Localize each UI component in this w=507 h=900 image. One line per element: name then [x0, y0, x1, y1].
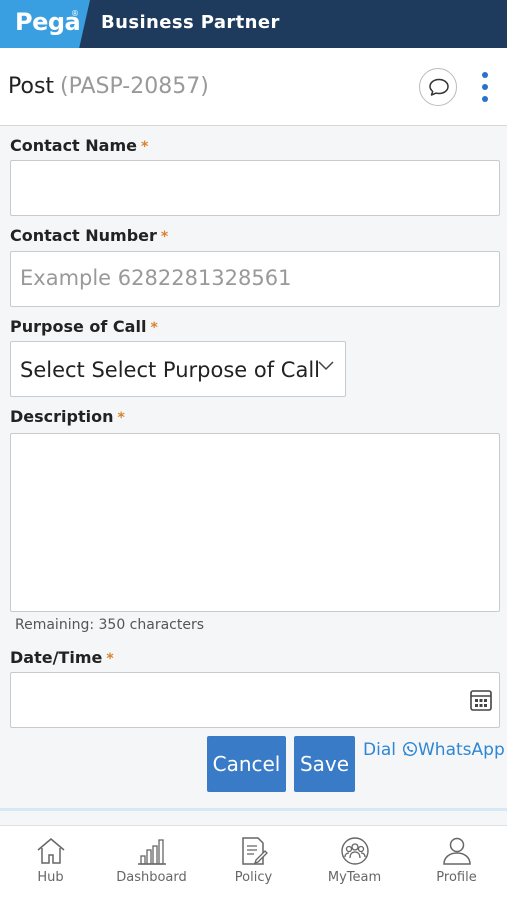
description-textarea[interactable]: [10, 433, 500, 612]
required-marker: *: [117, 410, 125, 426]
cancel-button[interactable]: Cancel: [207, 736, 286, 792]
nav-label-policy: Policy: [234, 870, 273, 885]
nav-item-profile[interactable]: Profile: [406, 826, 507, 900]
nav-item-hub[interactable]: Hub: [0, 826, 101, 900]
team-icon: [340, 837, 369, 865]
case-id: (PASP-20857): [60, 74, 209, 99]
contact-name-label-text: Contact Name: [10, 136, 137, 155]
more-options-icon[interactable]: [475, 70, 495, 104]
nav-item-myteam[interactable]: MyTeam: [304, 826, 405, 900]
datetime-field[interactable]: [10, 672, 500, 728]
datetime-label: Date/Time *: [10, 648, 114, 667]
policy-document-icon: [241, 837, 268, 865]
app-title: Business Partner: [101, 12, 280, 33]
app-bar: Pega ® Business Partner: [0, 0, 507, 48]
required-marker: *: [160, 229, 169, 245]
contact-number-field[interactable]: Example 6282281328561: [10, 251, 500, 307]
contact-number-placeholder: Example 6282281328561: [20, 266, 292, 290]
logo-registered-mark: ®: [71, 9, 79, 18]
purpose-selected-value: Select Select Purpose of Call: [20, 358, 320, 382]
description-label: Description *: [10, 407, 125, 426]
dot: [482, 96, 488, 102]
contact-number-label: Contact Number *: [10, 226, 168, 245]
chevron-down-icon: [318, 361, 334, 371]
person-icon: [442, 837, 471, 865]
pega-logo: Pega ®: [0, 0, 90, 48]
nav-label-dashboard: Dashboard: [116, 870, 187, 885]
contact-number-label-text: Contact Number: [10, 226, 157, 245]
purpose-select[interactable]: Select Select Purpose of Call: [10, 341, 346, 397]
whatsapp-icon: [402, 741, 418, 757]
whatsapp-link[interactable]: WhatsApp: [402, 740, 505, 760]
bottom-nav: Hub Dashboard Policy MyTeam Profile: [0, 825, 507, 900]
required-marker: *: [106, 651, 114, 667]
nav-item-policy[interactable]: Policy: [203, 826, 304, 900]
contact-name-label: Contact Name *: [10, 136, 148, 155]
home-icon: [37, 838, 64, 864]
divider: [0, 808, 507, 811]
comment-button[interactable]: [419, 68, 457, 106]
nav-label-myteam: MyTeam: [327, 870, 382, 885]
page-title: Post (PASP-20857): [8, 74, 209, 99]
page-header: Post (PASP-20857): [0, 48, 507, 126]
dot: [482, 72, 488, 78]
description-label-text: Description: [10, 407, 114, 426]
purpose-label-text: Purpose of Call: [10, 317, 147, 336]
dot: [482, 84, 488, 90]
required-marker: *: [150, 320, 158, 336]
nav-label-profile: Profile: [436, 870, 477, 885]
nav-label-hub: Hub: [37, 870, 64, 885]
whatsapp-label: WhatsApp: [418, 740, 505, 760]
bar-chart-icon: [137, 839, 166, 865]
datetime-label-text: Date/Time: [10, 648, 103, 667]
dial-link[interactable]: Dial: [363, 740, 396, 760]
page-title-text: Post: [8, 74, 55, 99]
chat-bubble-icon: [429, 78, 449, 96]
remaining-characters: Remaining: 350 characters: [15, 617, 205, 633]
save-button[interactable]: Save: [294, 736, 355, 792]
contact-name-field[interactable]: [10, 160, 500, 216]
nav-item-dashboard[interactable]: Dashboard: [101, 826, 202, 900]
purpose-label: Purpose of Call *: [10, 317, 158, 336]
required-marker: *: [140, 139, 149, 155]
calendar-icon[interactable]: [470, 688, 492, 712]
